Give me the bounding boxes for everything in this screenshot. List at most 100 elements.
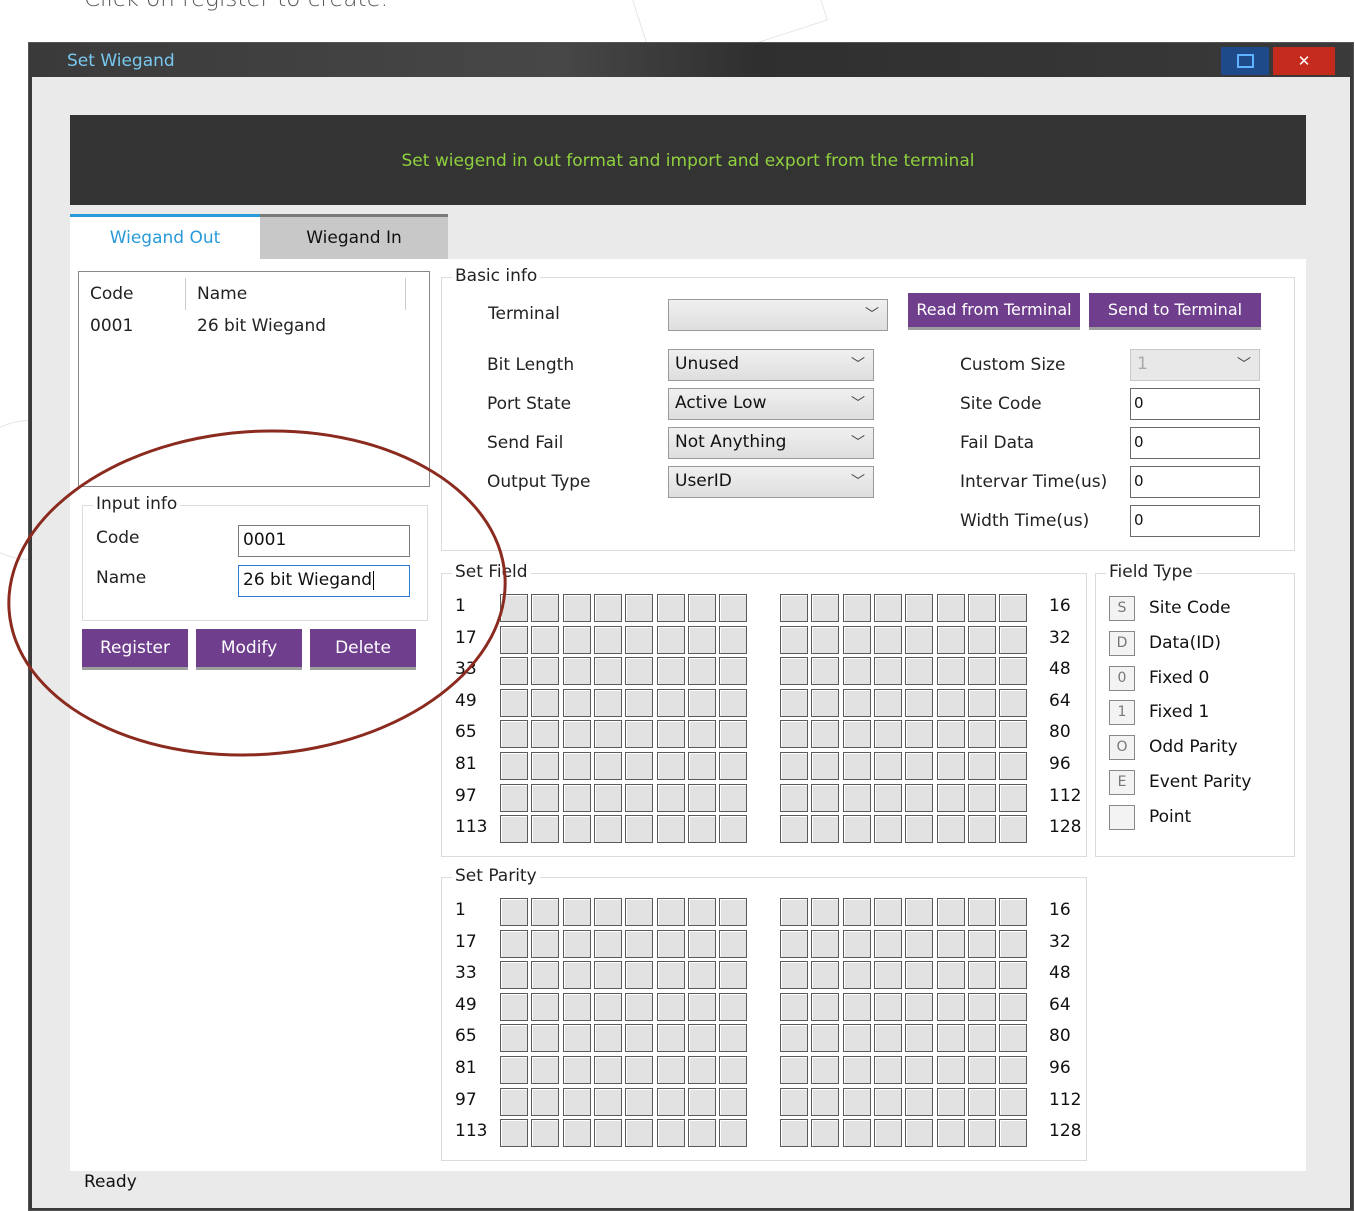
set-parity-bit-cell[interactable] [874, 898, 902, 926]
set-parity-bit-cell[interactable] [719, 898, 747, 926]
set-parity-bit-cell[interactable] [937, 898, 965, 926]
set-field-bit-cell[interactable] [719, 752, 747, 780]
set-field-bit-cell[interactable] [719, 626, 747, 654]
set-field-bit-cell[interactable] [625, 626, 653, 654]
set-field-bit-cell[interactable] [688, 815, 716, 843]
set-parity-bit-cell[interactable] [780, 1024, 808, 1052]
set-field-bit-cell[interactable] [500, 689, 528, 717]
set-parity-bit-cell[interactable] [780, 1088, 808, 1116]
set-parity-bit-cell[interactable] [531, 1119, 559, 1147]
field-type-swatch[interactable]: S [1109, 596, 1135, 621]
set-parity-bit-cell[interactable] [625, 961, 653, 989]
set-parity-bit-cell[interactable] [625, 1119, 653, 1147]
set-field-bit-cell[interactable] [905, 689, 933, 717]
set-parity-bit-cell[interactable] [594, 1024, 622, 1052]
set-field-bit-cell[interactable] [937, 720, 965, 748]
row-name[interactable]: 26 bit Wiegand [197, 316, 326, 336]
set-field-bit-cell[interactable] [843, 594, 871, 622]
set-parity-bit-cell[interactable] [657, 1119, 685, 1147]
close-button[interactable]: ✕ [1273, 47, 1335, 75]
set-field-bit-cell[interactable] [811, 626, 839, 654]
register-button[interactable]: Register [82, 629, 188, 667]
set-parity-bit-cell[interactable] [968, 898, 996, 926]
name-field[interactable]: 26 bit Wiegand [238, 565, 410, 597]
set-field-bit-cell[interactable] [811, 752, 839, 780]
set-field-bit-cell[interactable] [657, 626, 685, 654]
set-field-bit-cell[interactable] [500, 784, 528, 812]
set-field-bit-cell[interactable] [594, 784, 622, 812]
set-field-bit-cell[interactable] [625, 720, 653, 748]
set-field-bit-cell[interactable] [563, 626, 591, 654]
bit-length-select[interactable]: Unused ﹀ [668, 349, 874, 381]
set-parity-bit-cell[interactable] [625, 1024, 653, 1052]
set-parity-bit-cell[interactable] [531, 898, 559, 926]
set-parity-bit-cell[interactable] [594, 930, 622, 958]
set-field-bit-cell[interactable] [843, 752, 871, 780]
set-parity-bit-cell[interactable] [937, 930, 965, 958]
set-field-bit-cell[interactable] [843, 657, 871, 685]
set-parity-bit-cell[interactable] [905, 961, 933, 989]
set-parity-bit-cell[interactable] [719, 993, 747, 1021]
set-parity-bit-cell[interactable] [688, 930, 716, 958]
set-field-bit-cell[interactable] [874, 784, 902, 812]
set-parity-bit-cell[interactable] [657, 1056, 685, 1084]
set-parity-bit-cell[interactable] [843, 930, 871, 958]
set-parity-bit-cell[interactable] [719, 961, 747, 989]
set-parity-bit-cell[interactable] [874, 961, 902, 989]
set-field-bit-cell[interactable] [625, 752, 653, 780]
set-field-bit-cell[interactable] [843, 626, 871, 654]
set-field-bit-cell[interactable] [999, 657, 1027, 685]
set-parity-bit-cell[interactable] [780, 898, 808, 926]
set-parity-bit-cell[interactable] [937, 1056, 965, 1084]
set-parity-bit-cell[interactable] [843, 898, 871, 926]
set-parity-bit-cell[interactable] [780, 1056, 808, 1084]
set-parity-bit-cell[interactable] [905, 1056, 933, 1084]
site-code-field[interactable]: 0 [1130, 388, 1260, 420]
set-field-bit-cell[interactable] [937, 626, 965, 654]
set-parity-bit-cell[interactable] [719, 1056, 747, 1084]
set-parity-bit-cell[interactable] [531, 1088, 559, 1116]
set-field-bit-cell[interactable] [968, 626, 996, 654]
set-field-bit-cell[interactable] [905, 626, 933, 654]
set-parity-bit-cell[interactable] [500, 993, 528, 1021]
set-field-bit-cell[interactable] [657, 594, 685, 622]
set-parity-bit-cell[interactable] [563, 993, 591, 1021]
set-parity-bit-cell[interactable] [500, 898, 528, 926]
set-parity-bit-cell[interactable] [968, 930, 996, 958]
set-field-bit-cell[interactable] [688, 720, 716, 748]
set-parity-bit-cell[interactable] [843, 1056, 871, 1084]
code-field[interactable]: 0001 [238, 525, 410, 557]
set-field-bit-cell[interactable] [500, 815, 528, 843]
set-parity-bit-cell[interactable] [531, 961, 559, 989]
set-field-bit-cell[interactable] [563, 815, 591, 843]
set-parity-bit-cell[interactable] [563, 898, 591, 926]
output-type-select[interactable]: UserID ﹀ [668, 466, 874, 498]
set-field-bit-cell[interactable] [719, 720, 747, 748]
set-field-bit-cell[interactable] [999, 720, 1027, 748]
wiegand-list[interactable]: Code Name 0001 26 bit Wiegand [78, 271, 430, 487]
set-field-bit-cell[interactable] [531, 594, 559, 622]
set-parity-bit-cell[interactable] [874, 1119, 902, 1147]
set-parity-bit-cell[interactable] [657, 930, 685, 958]
set-parity-bit-cell[interactable] [874, 930, 902, 958]
set-parity-bit-cell[interactable] [999, 1088, 1027, 1116]
set-parity-bit-cell[interactable] [688, 1119, 716, 1147]
set-parity-bit-cell[interactable] [563, 1024, 591, 1052]
terminal-select[interactable]: ﹀ [668, 299, 888, 331]
set-field-bit-cell[interactable] [937, 784, 965, 812]
set-parity-bit-cell[interactable] [874, 1088, 902, 1116]
set-parity-bit-cell[interactable] [594, 993, 622, 1021]
tab-wiegand-in[interactable]: Wiegand In [260, 214, 448, 259]
set-field-bit-cell[interactable] [594, 815, 622, 843]
set-parity-bit-cell[interactable] [905, 1119, 933, 1147]
set-field-bit-cell[interactable] [657, 657, 685, 685]
set-parity-bit-cell[interactable] [688, 961, 716, 989]
set-field-bit-cell[interactable] [968, 720, 996, 748]
set-field-bit-cell[interactable] [625, 815, 653, 843]
set-parity-bit-cell[interactable] [811, 930, 839, 958]
set-parity-bit-cell[interactable] [968, 1056, 996, 1084]
set-parity-bit-cell[interactable] [843, 1088, 871, 1116]
set-parity-bit-cell[interactable] [500, 1024, 528, 1052]
set-field-bit-cell[interactable] [531, 720, 559, 748]
set-parity-bit-cell[interactable] [500, 961, 528, 989]
